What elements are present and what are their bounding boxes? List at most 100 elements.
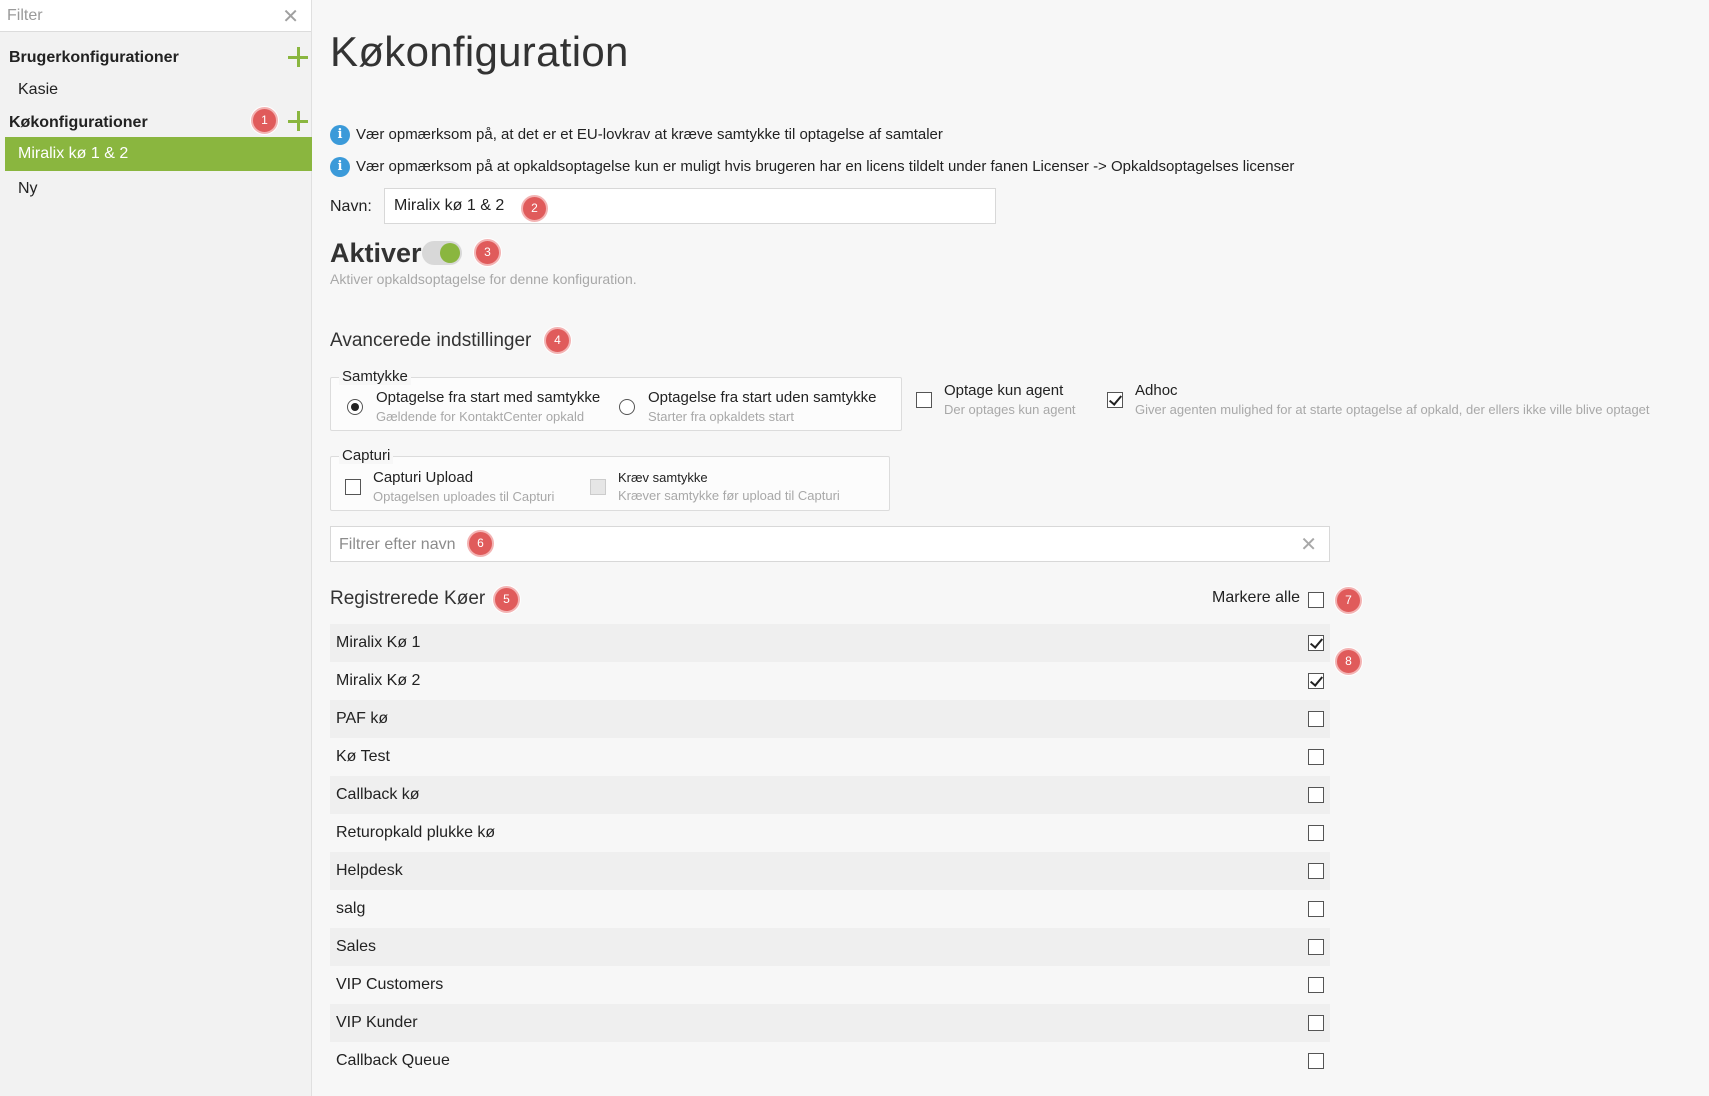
annotation-badge-2: 2 — [521, 195, 548, 222]
capturi-consent-label: Kræv samtykke — [618, 470, 708, 485]
sidebar-filter-placeholder: Filter — [7, 7, 43, 24]
annotation-badge-4: 4 — [544, 327, 571, 354]
queue-checkbox[interactable] — [1308, 749, 1324, 765]
adhoc-label: Adhoc — [1135, 382, 1178, 399]
queue-row[interactable]: Callback kø — [330, 776, 1330, 814]
queue-name: VIP Customers — [336, 976, 444, 993]
consent-without-option[interactable]: Optagelse fra start uden samtykke Starte… — [648, 389, 876, 424]
info-text-1: Vær opmærksom på, at det er et EU-lovkra… — [356, 125, 943, 143]
info-message-1: i Vær opmærksom på, at det er et EU-lovkr… — [330, 125, 943, 145]
annotation-badge-3: 3 — [474, 239, 501, 266]
consent-with-sub: Gældende for KontaktCenter opkald — [376, 409, 585, 424]
queue-row[interactable]: PAF kø — [330, 700, 1330, 738]
annotation-badge-6: 6 — [467, 530, 494, 557]
queue-checkbox[interactable] — [1308, 977, 1324, 993]
name-label: Navn: — [330, 198, 372, 215]
queue-filter-placeholder: Filtrer efter navn — [339, 536, 456, 553]
name-input[interactable]: Miralix kø 1 & 2 — [384, 188, 996, 224]
capturi-upload-label: Capturi Upload — [373, 469, 474, 486]
consent-group: Samtykke Optagelse fra start med samtykk… — [330, 368, 902, 431]
queue-checkbox[interactable] — [1308, 901, 1324, 917]
consent-without-sub: Starter fra opkaldets start — [648, 409, 794, 424]
advanced-settings-title: Avancerede indstillinger — [330, 330, 532, 351]
queue-row[interactable]: salg — [330, 890, 1330, 928]
capturi-consent-sub: Kræver samtykke før upload til Capturi — [618, 488, 840, 503]
queue-row[interactable]: Kø Test — [330, 738, 1330, 776]
adhoc-sub: Giver agenten mulighed for at starte opt… — [1135, 402, 1650, 417]
consent-without-radio[interactable] — [619, 399, 635, 415]
queue-row[interactable]: Callback Queue — [330, 1042, 1330, 1080]
page-title: Køkonfiguration — [330, 28, 629, 75]
info-message-2: i Vær opmærksom på at opkaldsoptagelse ku… — [330, 157, 1294, 177]
main-panel: Køkonfiguration i Vær opmærksom på, at de… — [312, 0, 1709, 1096]
queue-checkbox[interactable] — [1308, 825, 1324, 841]
consent-with-label: Optagelse fra start med samtykke — [376, 389, 601, 406]
sidebar-item-kasie[interactable]: Kasie — [5, 73, 312, 107]
queue-name: Sales — [336, 938, 377, 955]
capturi-group: Capturi Capturi Upload Optagelsen upload… — [330, 447, 890, 511]
toggle-knob — [440, 243, 460, 263]
annotation-badge-7: 7 — [1335, 587, 1362, 614]
annotation-badge-1: 1 — [251, 107, 278, 134]
queue-checkbox[interactable] — [1308, 711, 1324, 727]
queue-name: Callback Queue — [336, 1052, 450, 1069]
queue-name: Miralix Kø 1 — [336, 634, 421, 651]
queue-name: Helpdesk — [336, 862, 403, 879]
queue-row[interactable]: VIP Kunder — [330, 1004, 1330, 1042]
queue-row[interactable]: Miralix Kø 2 — [330, 662, 1330, 700]
queue-checkbox[interactable] — [1308, 673, 1324, 689]
activate-toggle[interactable] — [422, 241, 462, 265]
queue-name: Kø Test — [336, 748, 390, 765]
queue-name: Miralix Kø 2 — [336, 672, 421, 689]
queue-name: PAF kø — [336, 710, 389, 727]
queue-name: Returopkald plukke kø — [336, 824, 496, 841]
capturi-consent-option[interactable]: Kræv samtykke Kræver samtykke før upload… — [618, 470, 840, 503]
adhoc-option[interactable]: Adhoc Giver agenten mulighed for at star… — [1135, 382, 1650, 417]
queue-checkbox[interactable] — [1308, 1015, 1324, 1031]
queue-row[interactable]: Miralix Kø 1 — [330, 624, 1330, 662]
annotation-badge-5: 5 — [493, 586, 520, 613]
queue-name: salg — [336, 900, 366, 917]
consent-without-label: Optagelse fra start uden samtykke — [648, 389, 877, 406]
clear-filter-icon[interactable]: ✕ — [282, 4, 299, 29]
activate-description: Aktiver opkaldsoptagelse for denne konfi… — [330, 271, 637, 287]
queue-checkbox[interactable] — [1308, 787, 1324, 803]
capturi-upload-checkbox[interactable] — [345, 479, 361, 495]
agent-only-label: Optage kun agent — [944, 382, 1064, 399]
capturi-upload-option[interactable]: Capturi Upload Optagelsen uploades til C… — [373, 469, 554, 504]
agent-only-sub: Der optages kun agent — [944, 402, 1076, 417]
sidebar-item-miralix-queue[interactable]: Miralix kø 1 & 2 — [5, 137, 312, 171]
info-text-2: Vær opmærksom på at opkaldsoptagelse kun… — [356, 157, 1295, 175]
adhoc-checkbox[interactable] — [1107, 392, 1123, 408]
consent-with-option[interactable]: Optagelse fra start med samtykke Gældend… — [376, 389, 600, 424]
queue-row[interactable]: Helpdesk — [330, 852, 1330, 890]
annotation-badge-8: 8 — [1335, 648, 1362, 675]
sidebar-item-ny[interactable]: Ny — [5, 172, 312, 206]
select-all-label: Markere alle — [1212, 589, 1301, 606]
queue-checkbox[interactable] — [1308, 939, 1324, 955]
clear-queue-filter-icon[interactable]: ✕ — [1300, 532, 1317, 557]
info-icon: i — [330, 125, 350, 145]
info-icon: i — [330, 157, 350, 177]
capturi-legend: Capturi — [339, 447, 394, 464]
agent-only-option[interactable]: Optage kun agent Der optages kun agent — [944, 382, 1076, 417]
queue-name: VIP Kunder — [336, 1014, 418, 1031]
sidebar-filter-input[interactable]: Filter ✕ — [0, 0, 311, 32]
consent-with-radio[interactable] — [347, 399, 363, 415]
queue-configs-title: Køkonfigurationer — [9, 114, 148, 131]
capturi-consent-checkbox[interactable] — [590, 479, 606, 495]
add-queue-config-icon[interactable] — [288, 111, 308, 131]
capturi-upload-sub: Optagelsen uploades til Capturi — [373, 489, 555, 504]
queue-row[interactable]: Returopkald plukke kø — [330, 814, 1330, 852]
queue-checkbox[interactable] — [1308, 635, 1324, 651]
queue-row[interactable]: Sales — [330, 928, 1330, 966]
user-configs-title: Brugerkonfigurationer — [9, 49, 179, 66]
select-all-checkbox[interactable] — [1308, 592, 1324, 608]
queue-checkbox[interactable] — [1308, 1053, 1324, 1069]
activate-label: Aktiver — [330, 238, 422, 268]
agent-only-checkbox[interactable] — [916, 392, 932, 408]
add-user-config-icon[interactable] — [288, 47, 308, 67]
sidebar: Filter ✕ Brugerkonfigurationer Kasie Køk… — [0, 0, 312, 1096]
queue-checkbox[interactable] — [1308, 863, 1324, 879]
queue-row[interactable]: VIP Customers — [330, 966, 1330, 1004]
